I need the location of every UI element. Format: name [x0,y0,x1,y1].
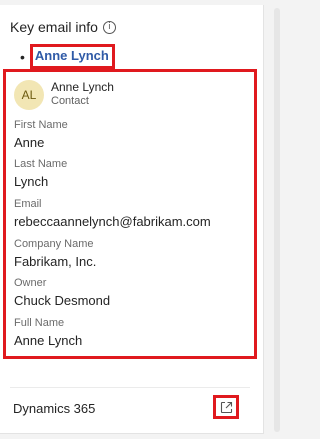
field-value: Anne Lynch [14,333,83,348]
field-label: Full Name [14,317,65,329]
scrollbar[interactable] [274,8,280,432]
field-company-name: Company Name Fabrikam, Inc. [14,238,96,270]
section-header: Key email info i [10,19,116,35]
key-email-info-panel: Key email info i • Anne Lynch AL Anne Ly… [0,5,264,434]
footer: Dynamics 365 [10,387,250,424]
field-label: First Name [14,119,68,131]
contact-name-link[interactable]: Anne Lynch [29,44,115,69]
contact-card-type: Contact [51,95,89,107]
field-value: rebeccaannelynch@fabrikam.com [14,214,211,229]
field-email: Email rebeccaannelynch@fabrikam.com [14,198,211,230]
contact-card-name: Anne Lynch [51,80,114,94]
field-owner: Owner Chuck Desmond [14,277,110,309]
info-icon[interactable]: i [102,20,116,34]
dynamics-365-label: Dynamics 365 [13,401,96,416]
field-last-name: Last Name Lynch [14,158,67,190]
field-full-name: Full Name Anne Lynch [14,317,82,349]
field-value: Chuck Desmond [14,293,111,308]
list-bullet: • [20,48,25,65]
page: Key email info i • Anne Lynch AL Anne Ly… [0,0,288,439]
contact-hover-card: AL Anne Lynch Contact First Name Anne La… [3,69,257,359]
contact-list-item: • Anne Lynch [20,44,115,69]
field-label: Owner [14,277,47,289]
field-label: Company Name [14,238,94,250]
field-value: Lynch [14,174,49,189]
field-value: Anne [14,135,45,150]
field-label: Last Name [14,158,68,170]
contact-header: Anne Lynch Contact [51,80,114,109]
open-in-new-window-icon [220,401,232,413]
section-title: Key email info [10,19,98,35]
open-in-dynamics-button[interactable] [213,395,239,419]
avatar: AL [14,80,44,110]
field-label: Email [14,198,42,210]
field-first-name: First Name Anne [14,119,68,151]
field-value: Fabrikam, Inc. [14,254,97,269]
